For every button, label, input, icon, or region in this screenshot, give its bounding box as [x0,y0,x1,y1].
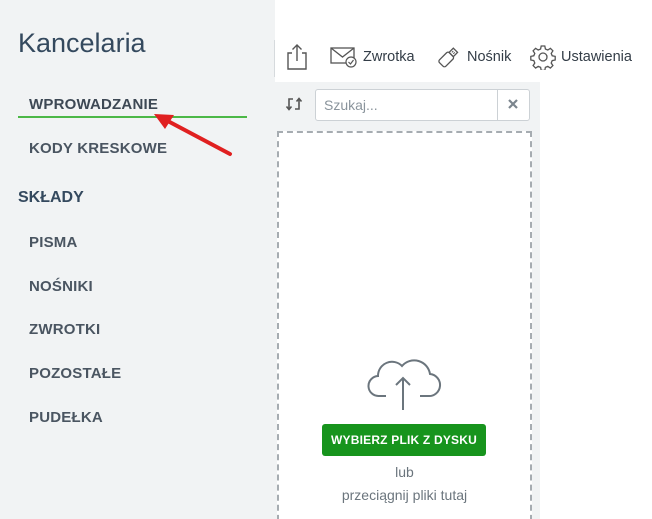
nav-item-zwrotki[interactable]: ZWROTKI [29,321,100,338]
app-title: Kancelaria [18,28,146,58]
zwrotka-button[interactable]: Zwrotka [330,40,415,74]
search-divider [497,90,498,120]
nav-item-wprowadzanie[interactable]: WPROWADZANIE [29,96,158,113]
nav-item-kody-kreskowe[interactable]: KODY KRESKOWE [29,140,167,157]
gear-icon [530,45,556,70]
share-upload-icon [287,44,307,70]
nosnik-label: Nośnik [467,49,512,65]
search-box [315,89,530,121]
sidebar [0,0,275,519]
sync-arrows-icon [285,97,303,111]
annotation-arrow-icon [154,114,232,156]
nav-item-nosniki[interactable]: NOŚNIKI [29,278,93,295]
nav-item-pozostale[interactable]: POZOSTAŁE [29,365,121,382]
choose-file-button[interactable]: WYBIERZ PLIK Z DYSKU [322,424,486,456]
search-input[interactable] [316,90,497,120]
usb-drive-icon [438,47,459,68]
drag-files-hint: przeciągnij pliki tutaj [341,487,468,503]
toolbar-separator [274,40,275,77]
file-drop-zone[interactable] [277,131,532,519]
cloud-upload-icon [367,359,442,410]
nosnik-button[interactable]: Nośnik [434,40,511,74]
export-button[interactable] [286,40,308,74]
ustawienia-label: Ustawienia [561,49,632,65]
sync-button[interactable] [284,94,304,119]
section-heading-sklady: SKŁADY [18,189,84,206]
envelope-check-icon [330,47,357,68]
clear-search-icon[interactable] [506,97,520,111]
or-text: lub [395,464,414,480]
nav-item-pudelka[interactable]: PUDEŁKA [29,409,103,426]
nav-item-pisma[interactable]: PISMA [29,234,78,251]
ustawienia-button[interactable]: Ustawienia [530,40,632,74]
zwrotka-label: Zwrotka [363,49,415,65]
